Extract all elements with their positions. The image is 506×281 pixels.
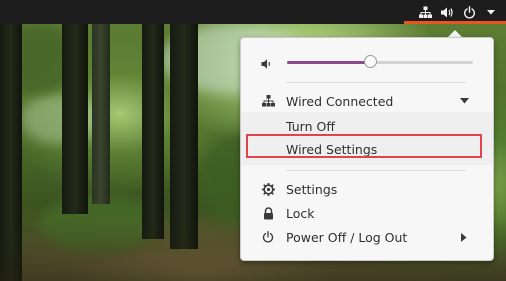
- tree-trunk: [170, 24, 198, 249]
- tree-trunk: [142, 24, 164, 239]
- gear-icon: [261, 182, 275, 196]
- power-off-label: Power Off / Log Out: [286, 229, 408, 245]
- system-tray[interactable]: [418, 0, 498, 24]
- settings-menu-item[interactable]: Settings: [241, 177, 493, 201]
- top-bar: [0, 0, 506, 24]
- volume-slider-knob[interactable]: [363, 55, 377, 68]
- chevron-right-icon: [459, 232, 469, 242]
- settings-label: Settings: [286, 181, 338, 197]
- turn-off-label: Turn Off: [286, 118, 335, 134]
- menu-separator: [286, 170, 466, 171]
- network-wired-icon[interactable]: [418, 5, 432, 19]
- lock-label: Lock: [286, 205, 315, 221]
- power-off-menu-item[interactable]: Power Off / Log Out: [241, 225, 493, 249]
- network-status-label: Wired Connected: [286, 93, 394, 109]
- tree-trunk: [62, 24, 88, 214]
- network-menu-item[interactable]: Wired Connected: [241, 89, 493, 113]
- chevron-down-icon: [459, 96, 469, 106]
- volume-slider[interactable]: [287, 55, 473, 68]
- volume-icon[interactable]: [440, 5, 454, 19]
- lock-menu-item[interactable]: Lock: [241, 201, 493, 225]
- dropdown-arrow-icon[interactable]: [484, 5, 498, 19]
- system-menu: Wired Connected Turn Off Wired Settings: [240, 37, 494, 261]
- menu-separator: [286, 82, 466, 83]
- power-icon[interactable]: [462, 5, 476, 19]
- network-wired-icon: [261, 94, 275, 108]
- desktop-screen: Wired Connected Turn Off Wired Settings: [0, 0, 506, 281]
- wired-settings-highlight: [246, 134, 482, 158]
- power-icon: [261, 230, 275, 244]
- volume-slider-fill: [287, 61, 371, 64]
- lock-icon: [261, 206, 275, 220]
- wallpaper-light: [20, 94, 100, 144]
- tree-trunk: [92, 24, 110, 204]
- volume-icon: [261, 55, 275, 69]
- volume-row: [241, 51, 493, 73]
